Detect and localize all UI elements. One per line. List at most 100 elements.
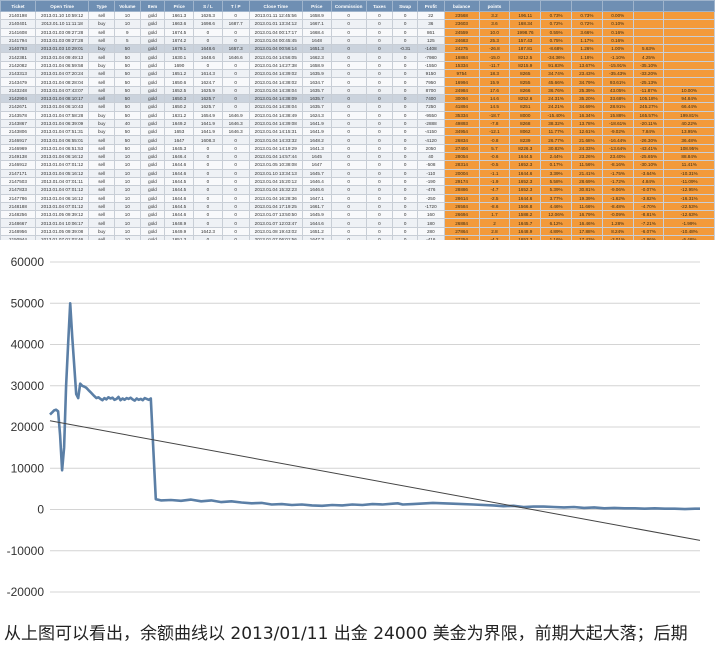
table-cell: 0 [392,226,418,237]
column-header[interactable]: Swap [392,0,418,12]
table-cell: gold [139,226,166,237]
column-header[interactable]: Item [139,0,166,12]
balance-chart-region: 60000 50000 40000 30000 20000 10000 0 -10000 -20… [0,248,715,608]
column-header[interactable]: S / L [193,0,223,12]
column-header[interactable]: Price [301,0,332,12]
table-cell: 1647 [301,160,332,170]
column-header[interactable]: Ticket [0,0,36,12]
table-cell: 0 [365,118,394,129]
table-cell: 0 [330,152,367,162]
table-cell: 2143806 [0,127,36,137]
table-cell: 0 [392,210,418,220]
table-cell [663,10,715,21]
table-cell: 0 [392,10,418,21]
table-cell: 19.39% [571,193,603,203]
table-cell: 2013.01.05 10:38:08 [248,160,303,170]
column-header[interactable] [540,0,572,12]
table-cell: 11.77% [540,127,572,137]
table-cell: 5.7 [478,143,511,154]
table-cell: 2149138 [0,152,36,162]
column-header[interactable]: Price [164,0,195,12]
table-cell: 24.33% [571,143,603,154]
table-cell: -3.82% [632,193,665,203]
table-cell: 0 [365,160,394,170]
table-cell: 8239 [509,135,542,145]
table-row: 2142671 2013.01.04 06:10:43 sell 50 gold 1650… [0,102,715,112]
table-cell: gold [139,193,166,203]
table-cell: sell [88,152,115,162]
table-cell: sell [88,35,115,46]
table-cell: 0 [193,152,223,162]
column-header[interactable] [601,0,634,12]
table-cell: 0 [392,152,418,162]
table-cell: 36.76% [540,85,572,95]
y-tick-label: 40000 [11,338,45,352]
table-cell: 1651.2 [164,69,195,79]
table-cell: 1649.2 [164,118,195,129]
column-header[interactable]: Commission [330,0,367,12]
table-cell: 4.25% [632,52,665,62]
y-tick-label: 30000 [11,379,45,393]
table-cell: 0 [365,152,394,162]
table-cell: 0 [193,60,223,71]
column-header[interactable]: balance [443,0,480,12]
column-header[interactable] [663,0,715,12]
table-cell: 2013.01.01 13:34:12 [248,19,303,29]
table-cell: 20004 [443,168,480,178]
table-row: 2143806 2013.01.04 07:51:31 buy 50 gold 1653 1… [0,127,715,137]
table-cell: -16.31% [663,193,715,203]
table-cell: 1642.3 [193,226,223,237]
table-cell: 28.69% [571,176,603,187]
table-cell: gold [139,52,166,62]
table-cell: -4.70% [632,201,665,212]
table-cell: gold [139,27,166,37]
table-cell: -12.63% [663,210,715,220]
column-header[interactable]: Close Time [248,0,303,12]
column-header[interactable]: Profit [416,0,445,12]
table-cell: 2142381 [0,52,36,62]
table-cell: 0 [193,35,223,46]
table-cell: 1645 [301,152,332,162]
table-cell: 27864 [443,226,480,237]
table-cell: 0 [365,27,394,37]
table-cell: 1644.6 [164,210,195,220]
table-cell: 0 [221,35,250,46]
table-cell: 23.43% [571,69,603,79]
table-cell: 9 [114,27,141,37]
column-header[interactable]: Volume [114,0,141,12]
table-cell: 2142904 [0,93,36,104]
column-header[interactable]: Open Time [34,0,90,12]
table-cell: 105.18% [632,93,665,104]
table-cell: 2013.01.04 08:10:17 [34,93,90,104]
table-cell: 0 [330,226,367,237]
table-cell: 0 [330,52,367,62]
table-cell: gold [139,44,166,54]
table-cell: 25.3 [478,35,511,46]
column-header[interactable]: Taxes [365,0,394,12]
table-cell: 0 [365,69,394,79]
table-cell: 2143248 [0,85,36,95]
table-cell: sell [88,135,115,145]
trade-history-table: Ticket Open Time Type Volume Item Price S / LT… [0,0,715,240]
table-cell: 93.61% [601,77,634,87]
table-cell: 2140793 [0,44,36,54]
table-cell: 0 [365,185,394,195]
table-cell: -0.8 [478,135,511,145]
table-cell: 0 [365,10,394,21]
table-cell: 0 [330,185,367,195]
column-header[interactable]: T / P [221,0,250,12]
column-header[interactable] [632,0,665,12]
table-cell: 1647 [164,135,195,145]
column-header[interactable]: Type [88,0,115,12]
column-header[interactable]: points [478,0,511,12]
column-header[interactable] [571,0,603,12]
table-cell: sell [88,168,115,178]
y-tick-label: -20000 [7,585,45,599]
table-cell: 40 [416,152,445,162]
table-cell: 50 [114,93,141,104]
table-cell: 3.6 [478,19,511,29]
table-cell: 2013.01.04 00:56:14 [248,44,303,54]
table-row: 2143479 2013.01.04 08:28:04 sell 50 gold 1650… [0,77,715,87]
table-cell: 8215.9 [509,60,542,71]
column-header[interactable] [509,0,542,12]
